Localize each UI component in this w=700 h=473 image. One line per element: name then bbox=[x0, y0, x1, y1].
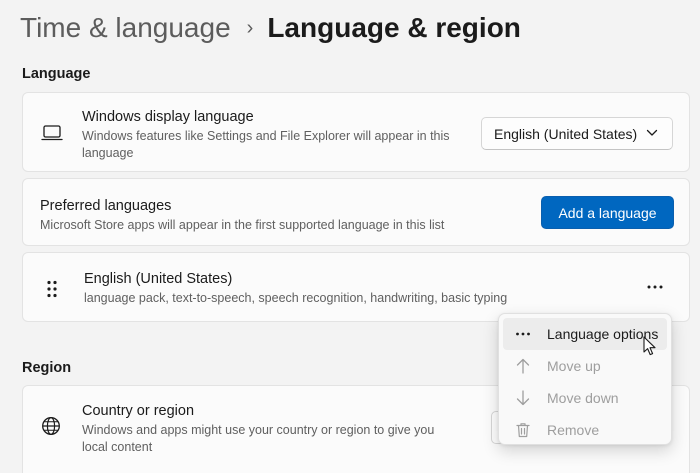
display-language-card: Windows display language Windows feature… bbox=[22, 92, 690, 172]
language-context-menu: Language options Move up Move down Remov… bbox=[498, 313, 672, 445]
drag-handle-icon[interactable] bbox=[46, 280, 58, 298]
display-language-dropdown[interactable]: English (United States) bbox=[481, 117, 673, 150]
more-icon bbox=[516, 332, 530, 336]
add-language-button[interactable]: Add a language bbox=[541, 196, 674, 229]
menu-item-label: Move down bbox=[547, 390, 619, 406]
mouse-cursor-icon bbox=[643, 336, 656, 356]
laptop-icon bbox=[41, 125, 63, 141]
trash-icon bbox=[516, 423, 530, 438]
arrow-down-icon bbox=[516, 390, 530, 406]
menu-item-label: Remove bbox=[547, 422, 600, 438]
language-item-card[interactable]: English (United States) language pack, t… bbox=[22, 252, 690, 322]
language-section-title: Language bbox=[22, 66, 91, 82]
language-item-title: English (United States) bbox=[84, 271, 233, 287]
menu-item-label: Move up bbox=[547, 358, 601, 374]
page-title: Language & region bbox=[267, 12, 521, 43]
breadcrumb-parent-link[interactable]: Time & language bbox=[20, 12, 231, 44]
preferred-languages-title: Preferred languages bbox=[40, 198, 172, 214]
breadcrumb: Time & language › Language & region bbox=[20, 8, 521, 48]
display-language-title: Windows display language bbox=[82, 109, 254, 125]
language-item-description: language pack, text-to-speech, speech re… bbox=[84, 291, 508, 305]
menu-item-move-down[interactable]: Move down bbox=[503, 382, 667, 414]
country-region-description: Windows and apps might use your country … bbox=[82, 423, 435, 454]
globe-icon bbox=[42, 417, 60, 435]
menu-item-label: Language options bbox=[547, 326, 659, 342]
chevron-down-icon bbox=[646, 129, 658, 136]
breadcrumb-separator: › bbox=[246, 16, 254, 39]
display-language-dropdown-value: English (United States) bbox=[494, 125, 638, 142]
display-language-description: Windows features like Settings and File … bbox=[82, 129, 450, 160]
language-more-options-button[interactable] bbox=[639, 275, 671, 299]
more-icon bbox=[647, 285, 663, 289]
preferred-languages-description: Microsoft Store apps will appear in the … bbox=[40, 218, 445, 232]
menu-item-remove[interactable]: Remove bbox=[503, 414, 667, 446]
region-section-title: Region bbox=[22, 360, 72, 376]
arrow-up-icon bbox=[516, 358, 530, 374]
country-region-title: Country or region bbox=[82, 403, 195, 419]
preferred-languages-card: Preferred languages Microsoft Store apps… bbox=[22, 178, 690, 246]
